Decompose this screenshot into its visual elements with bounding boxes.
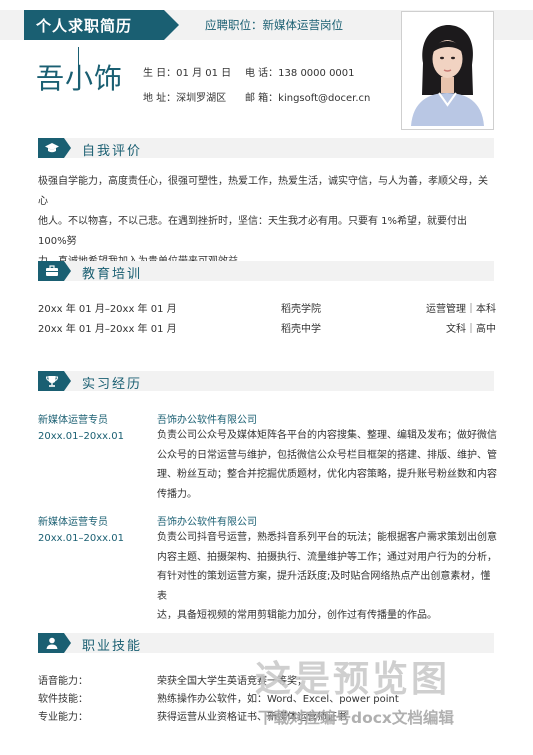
job-description-line: 达，具备短视频的常用剪辑能力加分，创作过有传播量的作品。	[157, 610, 437, 622]
job-description-line: 理、粉丝互动；整合并挖掘优质题材，优化内容策略，提升账号粉丝数和内容	[157, 469, 497, 481]
preview-watermark: 这是预览图	[255, 659, 451, 700]
person-icon	[46, 637, 58, 649]
edu-period: 20xx 年 01 月–20xx 年 01 月	[38, 324, 177, 335]
job-description-line: 公众号的日常运营与维护，包括微信公众号栏目框架的搭建、排版、维护、管	[157, 449, 497, 461]
applicant-name: 吾小饰	[36, 62, 124, 95]
edu-school: 稻壳中学	[281, 324, 321, 335]
resume-title: 个人求职简历	[36, 17, 133, 35]
resume-title-tag: 个人求职简历	[24, 10, 179, 40]
edu-period: 20xx 年 01 月–20xx 年 01 月	[38, 304, 177, 315]
job-description: 负责公司公众号及媒体矩阵各平台的内容搜集、整理、编辑及发布；做好微信 公众号的日…	[157, 426, 497, 504]
self-eval-line: 极强自学能力，高度责任心，很强可塑性，热爱工作，热爱生活，诚实守信，与人为善，孝…	[38, 176, 488, 207]
job-description-line: 负责公司抖音号运营，熟悉抖音系列平台的玩法；能根据客户需求策划出创意	[157, 532, 497, 543]
phone: 电 话：138 0000 0001	[245, 68, 355, 79]
skill-label: 专业能力：	[38, 712, 88, 723]
edu-major: 运营管理｜本科	[426, 304, 496, 315]
self-eval-line: 他人。不以物喜，不以己悲。在遇到挫折时，坚信：天生我才必有用。只要有 1%希望，…	[38, 216, 468, 247]
job-description-line: 负责公司公众号及媒体矩阵各平台的内容搜集、整理、编辑及发布；做好微信	[157, 430, 497, 441]
section-icon-self-eval	[38, 138, 71, 158]
section-title-self-eval: 自我评价	[82, 144, 143, 159]
section-title-skills: 职业技能	[82, 639, 143, 654]
profile-photo	[401, 11, 494, 130]
email: 邮 箱：kingsoft@docer.cn	[245, 93, 371, 104]
briefcase-icon	[46, 265, 58, 276]
graduation-cap-icon	[45, 143, 59, 153]
skill-label: 软件技能：	[38, 694, 88, 705]
job-intention: 应聘职位：新媒体运营岗位	[205, 18, 343, 32]
job-description-line: 有针对性的策划运营方案，提升活跃度;及时贴合网络热点产出创意素材，懂表	[157, 571, 491, 602]
section-icon-education	[38, 261, 71, 281]
company-name: 吾饰办公软件有限公司	[157, 415, 257, 426]
job-role: 新媒体运营专员	[38, 415, 108, 426]
job-description: 负责公司抖音号运营，熟悉抖音系列平台的玩法；能根据客户需求策划出创意 内容主题、…	[157, 528, 497, 626]
job-period: 20xx.01–20xx.01	[38, 431, 124, 442]
job-description-line: 传播力。	[157, 488, 197, 500]
skill-label: 语音能力：	[38, 676, 88, 687]
section-icon-internship	[38, 371, 71, 391]
job-period: 20xx.01–20xx.01	[38, 533, 124, 544]
portrait-illustration	[405, 15, 490, 126]
job-description-line: 内容主题、拍摄架构、拍摄执行、流量维护等工作；通过对用户行为的分析，	[157, 551, 497, 563]
job-role: 新媒体运营专员	[38, 517, 108, 528]
self-eval-text: 极强自学能力，高度责任心，很强可塑性，热爱工作，热爱生活，诚实守信，与人为善，孝…	[38, 172, 496, 272]
trophy-icon	[45, 376, 59, 387]
edu-school: 稻壳学院	[281, 304, 321, 315]
birthday: 生 日：01 月 01 日	[143, 68, 232, 79]
section-icon-skills	[38, 633, 71, 653]
edu-major: 文科｜高中	[446, 324, 496, 335]
text-cursor	[78, 47, 79, 77]
section-title-internship: 实习经历	[82, 377, 143, 392]
download-watermark: 下载对应编号docx文档编辑	[258, 709, 454, 727]
section-title-education: 教育培训	[82, 267, 143, 282]
company-name: 吾饰办公软件有限公司	[157, 517, 257, 528]
address: 地 址：深圳罗湖区	[143, 93, 227, 104]
